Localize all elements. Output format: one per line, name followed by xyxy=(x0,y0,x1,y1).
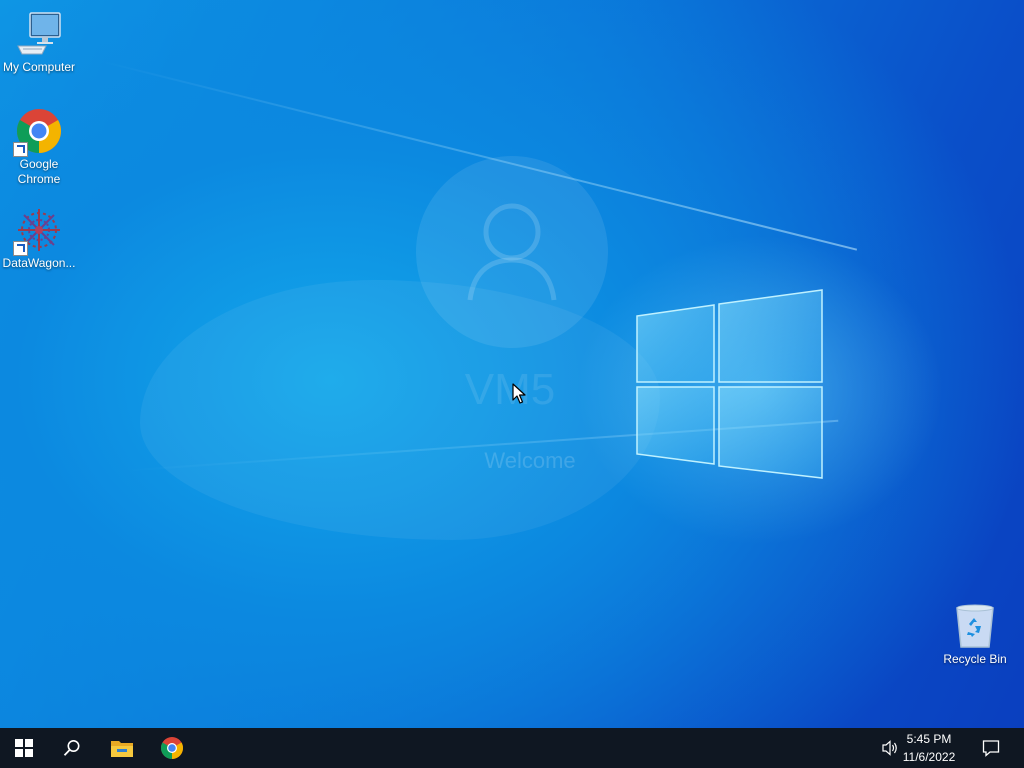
wallpaper-welcome-text: Welcome xyxy=(484,448,576,473)
shortcut-arrow-icon xyxy=(13,142,28,157)
clock[interactable]: 5:45 PM 11/6/2022 xyxy=(894,730,964,766)
wallpaper-user-name: VM5 xyxy=(464,365,556,414)
my-computer-icon xyxy=(17,12,61,55)
notification-button[interactable] xyxy=(968,728,1014,768)
search-button[interactable] xyxy=(48,728,96,768)
desktop-icon-recycle-bin[interactable]: Recycle Bin xyxy=(937,602,1013,667)
file-explorer-icon xyxy=(111,741,133,757)
desktop-icon-label: DataWagon... xyxy=(2,256,76,270)
desktop-icon-label: Google Chrome xyxy=(17,157,61,186)
desktop-icon-label: Recycle Bin xyxy=(943,652,1007,666)
start-button[interactable] xyxy=(0,728,48,768)
notification-icon xyxy=(982,740,1000,757)
shortcut-arrow-icon xyxy=(13,241,28,256)
desktop[interactable]: VM5 Welcome My Computer Google Chrome Da… xyxy=(0,0,1024,728)
search-icon xyxy=(63,740,80,756)
taskbar-file-explorer[interactable] xyxy=(98,728,146,768)
taskbar: 5:45 PM 11/6/2022 xyxy=(0,728,1024,768)
recycle-bin-icon xyxy=(956,604,994,648)
clock-date: 11/6/2022 xyxy=(902,750,956,764)
taskbar-chrome[interactable] xyxy=(148,728,196,768)
start-icon xyxy=(15,739,33,757)
windows-logo xyxy=(636,289,823,479)
desktop-icon-my-computer[interactable]: My Computer xyxy=(1,10,77,75)
desktop-icon-datawagon[interactable]: DataWagon... xyxy=(1,206,77,271)
mouse-cursor-icon xyxy=(512,383,526,404)
clock-time: 5:45 PM xyxy=(906,732,952,746)
chrome-icon xyxy=(161,737,183,759)
desktop-icon-label: My Computer xyxy=(2,60,76,74)
wallpaper-user-avatar xyxy=(416,156,608,348)
desktop-icon-google-chrome[interactable]: Google Chrome xyxy=(1,107,77,187)
